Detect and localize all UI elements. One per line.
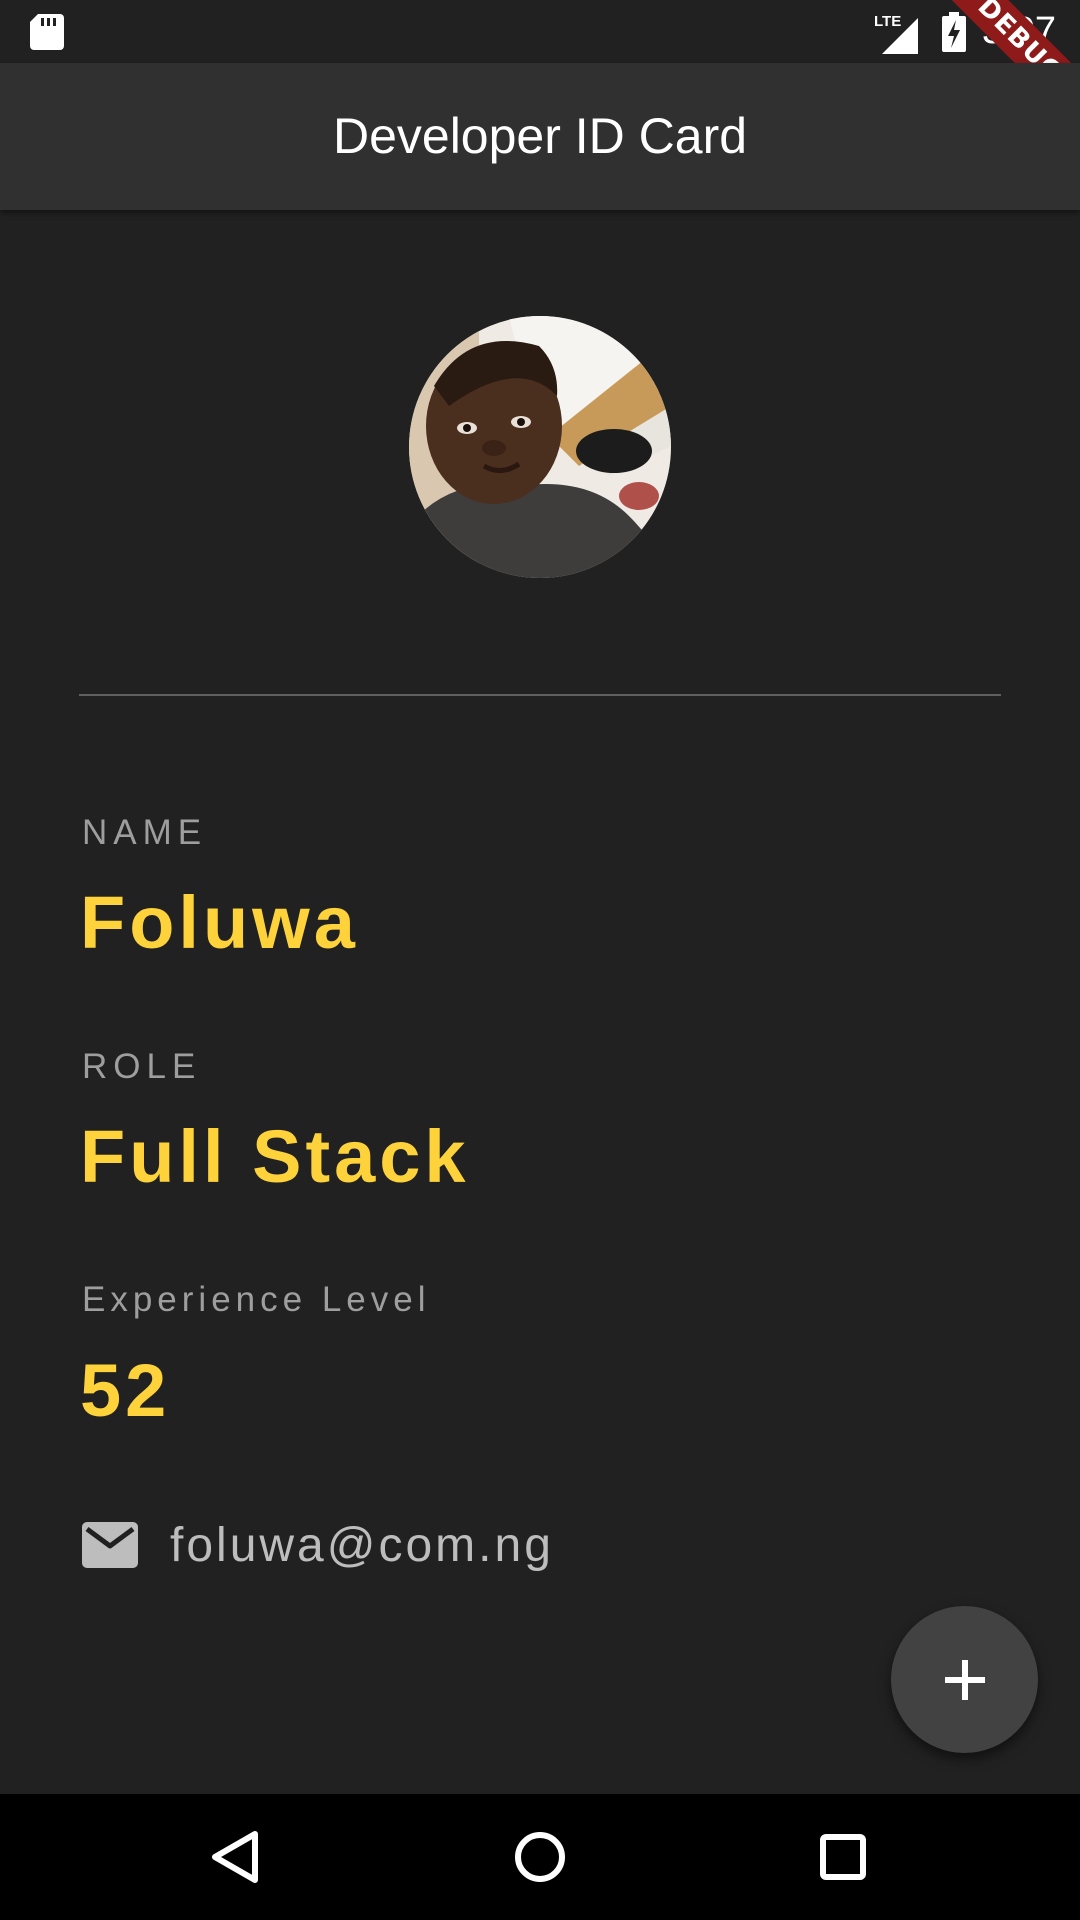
name-value: Foluwa (80, 881, 359, 964)
nav-bar (0, 1794, 1080, 1920)
app-title: Developer ID Card (332, 108, 748, 164)
screen: LTE 3:07 DEBUG Developer ID Card (0, 0, 1080, 1920)
plus-icon (944, 1659, 985, 1700)
lte-signal-icon: LTE (874, 13, 918, 54)
role-value: Full Stack (80, 1115, 470, 1198)
experience-value: 52 (80, 1349, 171, 1432)
experience-label: Experience Level (82, 1280, 431, 1319)
network-label: LTE (874, 13, 901, 30)
status-bar: LTE 3:07 DEBUG (0, 0, 1080, 139)
role-label: ROLE (82, 1047, 202, 1086)
add-button[interactable] (891, 1606, 1038, 1753)
home-circle-icon[interactable] (505, 1822, 575, 1892)
battery-charging-icon (942, 12, 966, 52)
email-text[interactable]: foluwa@com.ng (170, 1518, 554, 1574)
avatar (409, 316, 671, 578)
app-bar: Developer ID Card (0, 63, 1080, 210)
back-triangle-icon[interactable] (201, 1822, 271, 1892)
sd-card-icon (30, 14, 64, 50)
avatar-photo (409, 316, 671, 578)
mail-icon (82, 1522, 138, 1568)
recents-square-icon[interactable] (808, 1822, 878, 1892)
name-label: NAME (82, 813, 208, 852)
divider (79, 694, 1001, 696)
